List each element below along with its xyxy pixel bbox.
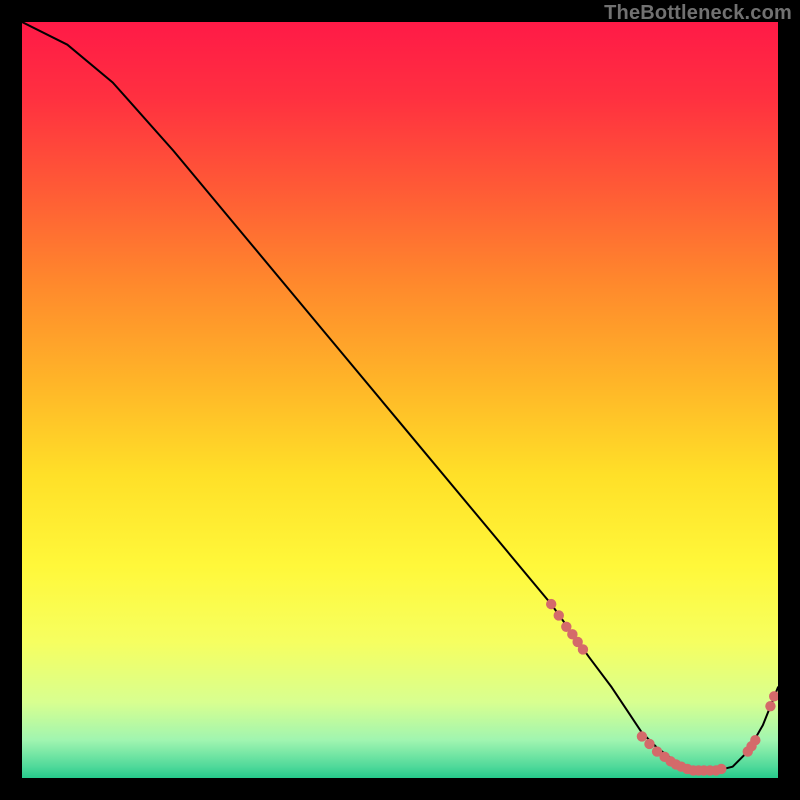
chart-stage: TheBottleneck.com <box>0 0 800 800</box>
data-marker <box>546 599 556 609</box>
bottleneck-chart <box>22 22 778 778</box>
data-marker <box>554 610 564 620</box>
data-marker <box>750 735 760 745</box>
data-marker <box>578 644 588 654</box>
data-marker <box>765 701 775 711</box>
data-marker <box>716 764 726 774</box>
chart-background <box>22 22 778 778</box>
data-marker <box>637 731 647 741</box>
data-marker <box>644 739 654 749</box>
